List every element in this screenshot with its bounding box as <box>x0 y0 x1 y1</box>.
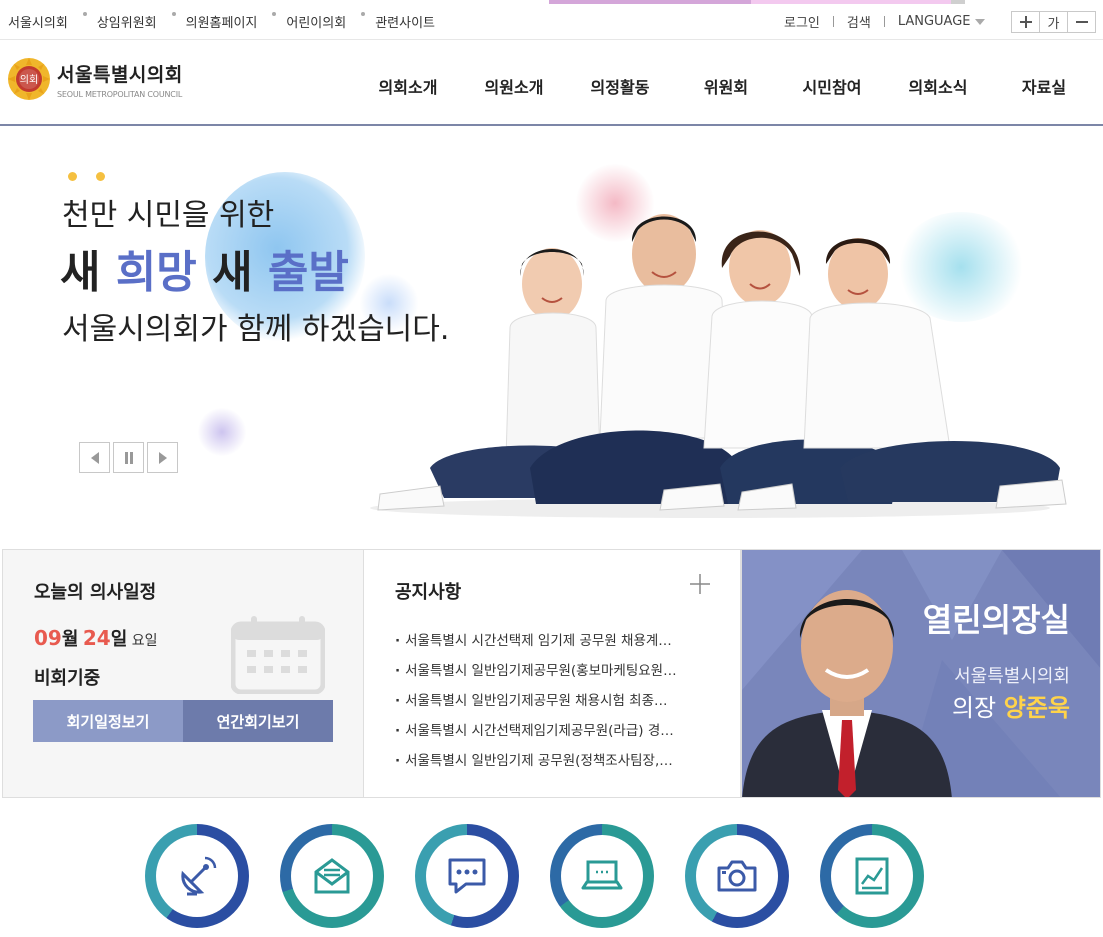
top-link-standing-committees[interactable]: 상임위원회 <box>97 12 157 31</box>
search-link[interactable]: 검색 <box>847 12 871 31</box>
main-navigation: 의회소개 의원소개 의정활동 위원회 시민참여 의회소식 자료실 <box>355 74 1097 98</box>
schedule-date: 09월 24일 요일 <box>34 626 158 650</box>
nav-item-committees[interactable]: 위원회 <box>673 74 779 98</box>
top-accent-bar <box>751 0 951 4</box>
top-link-related-sites[interactable]: 관련사이트 <box>375 12 435 31</box>
quick-menu-item[interactable] <box>550 824 654 928</box>
separator <box>883 16 885 27</box>
nav-item-members[interactable]: 의원소개 <box>461 74 567 98</box>
calendar-icon <box>231 616 325 694</box>
open-chairman-office-panel[interactable]: 열린의장실 서울특별시의회 의장 양준욱 <box>741 549 1101 798</box>
separator <box>832 16 834 27</box>
today-schedule-panel: 오늘의 의사일정 09월 24일 요일 비회기중 회기일정보기 연간회기보기 <box>2 549 364 798</box>
minus-icon <box>1075 21 1088 23</box>
top-link-seoul-council[interactable]: 서울시의회 <box>8 12 68 31</box>
view-session-schedule-button[interactable]: 회기일정보기 <box>33 700 183 742</box>
info-section: 오늘의 의사일정 09월 24일 요일 비회기중 회기일정보기 연간회기보기 공… <box>2 549 1101 798</box>
view-annual-sessions-button[interactable]: 연간회기보기 <box>183 700 333 742</box>
font-default-button[interactable]: 가 <box>1039 11 1068 33</box>
session-status: 비회기중 <box>34 668 101 689</box>
slide-prev-button[interactable] <box>79 442 110 473</box>
hero-tagline-headline: 새 희망 새 출발 <box>60 247 349 298</box>
notice-item[interactable]: 서울특별시 일반임기제 공무원(정책조사팀장,… <box>395 749 709 779</box>
top-link-member-homepages[interactable]: 의원홈페이지 <box>186 12 258 31</box>
watercolor-blob <box>198 408 246 456</box>
separator-dot <box>82 12 87 16</box>
nav-item-citizen-participation[interactable]: 시민참여 <box>779 74 885 98</box>
camera-icon <box>717 860 757 892</box>
family-photo <box>370 214 1067 518</box>
laptop-icon <box>581 860 623 890</box>
chevron-down-icon <box>974 18 985 25</box>
satellite-dish-icon <box>181 856 217 896</box>
site-header: 의회 서울특별시의회 SEOUL METROPOLITAN COUNCIL 의회… <box>0 40 1103 126</box>
top-utility-bar: 서울시의회 상임위원회 의원홈페이지 어린이의회 관련사이트 로그인 검색 LA… <box>0 0 1103 40</box>
font-decrease-button[interactable] <box>1067 11 1096 33</box>
separator-dot <box>272 12 277 16</box>
quick-menu-item[interactable] <box>415 824 519 928</box>
separator-dot <box>361 12 366 16</box>
chat-bubble-icon <box>448 858 486 894</box>
slide-controls <box>79 442 181 473</box>
triangle-right-icon <box>158 451 167 464</box>
nav-item-activities[interactable]: 의정활동 <box>567 74 673 98</box>
chairman-name: 의장 양준욱 <box>951 694 1070 722</box>
notice-panel: 공지사항 서울특별시 시간선택제 임기제 공무원 채용계… 서울특별시 일반임기… <box>363 549 741 798</box>
language-label: LANGUAGE <box>897 14 971 29</box>
separator-dot <box>171 12 176 16</box>
quick-menu-item[interactable] <box>280 824 384 928</box>
font-increase-button[interactable] <box>1011 11 1040 33</box>
quick-menu <box>145 824 955 928</box>
site-logo[interactable]: 의회 서울특별시의회 SEOUL METROPOLITAN COUNCIL <box>6 56 183 102</box>
quick-menu-item[interactable] <box>820 824 924 928</box>
nav-item-council-intro[interactable]: 의회소개 <box>355 74 461 98</box>
top-accent-bar <box>951 0 965 4</box>
notice-item[interactable]: 서울특별시 일반임기제공무원 채용시험 최종… <box>395 689 709 719</box>
logo-english-name: SEOUL METROPOLITAN COUNCIL <box>57 89 183 99</box>
top-accent-bar <box>549 0 751 4</box>
slide-next-button[interactable] <box>147 442 178 473</box>
notice-item[interactable]: 서울특별시 일반임기제공무원(홍보마케팅요원… <box>395 659 709 689</box>
notice-item[interactable]: 서울특별시 시간선택제 임기제 공무원 채용계… <box>395 629 709 659</box>
top-links: 서울시의회 상임위원회 의원홈페이지 어린이의회 관련사이트 <box>8 12 435 31</box>
council-emblem-icon: 의회 <box>8 58 50 100</box>
decorative-dot <box>68 172 77 181</box>
decorative-dot <box>96 172 105 181</box>
language-select[interactable]: LANGUAGE <box>898 14 985 29</box>
nav-item-archive[interactable]: 자료실 <box>991 74 1097 98</box>
emblem-text: 의회 <box>20 74 38 86</box>
hero-banner: 천만 시민을 위한 새 희망 새 출발 서울시의회가 함께 하겠습니다. <box>0 128 1103 548</box>
login-link[interactable]: 로그인 <box>784 12 820 31</box>
notice-item[interactable]: 서울특별시 시간선택제임기제공무원(라급) 경… <box>395 719 709 749</box>
quick-menu-item[interactable] <box>685 824 789 928</box>
quick-menu-item[interactable] <box>145 824 249 928</box>
notice-list: 서울특별시 시간선택제 임기제 공무원 채용계… 서울특별시 일반임기제공무원(… <box>395 629 709 779</box>
top-link-children-council[interactable]: 어린이의회 <box>286 12 346 31</box>
envelope-icon <box>314 858 350 894</box>
nav-item-council-news[interactable]: 의회소식 <box>885 74 991 98</box>
pause-icon <box>124 451 133 464</box>
plus-icon <box>1019 16 1032 28</box>
notice-title: 공지사항 <box>395 582 462 603</box>
font-size-control: 가 <box>1011 11 1096 33</box>
more-plus-icon[interactable] <box>690 574 710 594</box>
utility-links: 로그인 검색 LANGUAGE <box>784 12 985 31</box>
chairman-photo <box>742 590 952 797</box>
hero-tagline-line1: 천만 시민을 위한 <box>62 198 275 233</box>
logo-korean-name: 서울특별시의회 <box>57 63 183 86</box>
schedule-title: 오늘의 의사일정 <box>34 582 157 603</box>
chairman-office-title: 열린의장실 <box>922 601 1070 639</box>
council-name: 서울특별시의회 <box>954 666 1070 687</box>
triangle-left-icon <box>90 451 99 464</box>
chart-board-icon <box>855 857 889 895</box>
slide-pause-button[interactable] <box>113 442 144 473</box>
